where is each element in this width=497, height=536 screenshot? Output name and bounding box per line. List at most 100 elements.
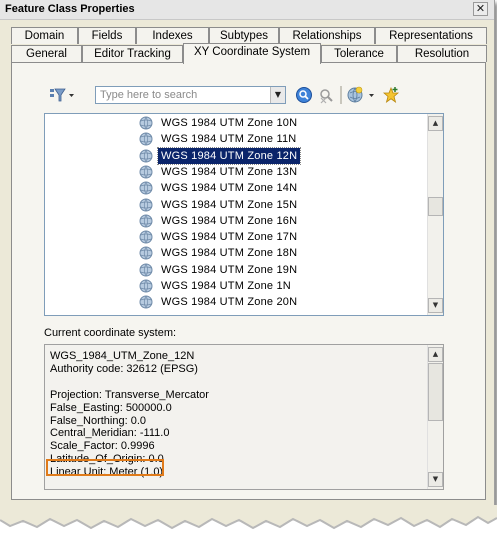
- coordinate-detail-line: Scale_Factor: 0.9996: [50, 440, 155, 453]
- tab-indexes[interactable]: Indexes: [136, 27, 209, 44]
- tab-fields[interactable]: Fields: [78, 27, 136, 44]
- globe-icon: [139, 181, 153, 195]
- coordinate-system-item[interactable]: WGS 1984 UTM Zone 13N: [139, 164, 300, 180]
- window-title: Feature Class Properties: [5, 3, 135, 15]
- coordinate-system-label: WGS 1984 UTM Zone 16N: [161, 214, 298, 227]
- coordinate-detail-line: Authority code: 32612 (EPSG): [50, 362, 198, 375]
- clear-search-icon: [320, 89, 333, 104]
- chevron-down-icon: ▼: [274, 90, 282, 99]
- tab-resolution[interactable]: Resolution: [397, 45, 487, 62]
- tab-representations[interactable]: Representations: [375, 27, 487, 44]
- details-scrollbar[interactable]: ▲ ▼: [427, 345, 443, 489]
- globe-icon: [139, 263, 153, 277]
- coordinate-detail-line: False_Easting: 500000.0: [50, 401, 172, 414]
- coordinate-system-label: WGS 1984 UTM Zone 18N: [161, 247, 298, 260]
- coordinate-system-label: WGS 1984 UTM Zone 14N: [161, 182, 298, 195]
- tab-label: Editor Tracking: [94, 48, 171, 60]
- coordinate-system-label: WGS 1984 UTM Zone 1N: [161, 280, 291, 292]
- tab-label: Representations: [389, 30, 473, 42]
- globe-icon: [139, 295, 153, 309]
- scroll-up-button[interactable]: ▲: [428, 347, 443, 362]
- current-coordinate-system-label: Current coordinate system:: [44, 327, 177, 339]
- scroll-thumb[interactable]: [428, 363, 443, 421]
- globe-icon: [139, 198, 153, 212]
- tab-label: General: [26, 48, 67, 60]
- close-button[interactable]: ✕: [473, 2, 488, 16]
- clear-search-button[interactable]: [317, 86, 335, 104]
- arrow-down-icon: ▼: [432, 301, 439, 309]
- globe-icon: [139, 214, 153, 228]
- tab-label: Resolution: [414, 48, 470, 60]
- search-dropdown-button[interactable]: ▼: [270, 87, 285, 103]
- coordinate-system-item[interactable]: WGS 1984 UTM Zone 19N: [139, 262, 300, 278]
- coordinate-system-item[interactable]: WGS 1984 UTM Zone 20N: [139, 294, 300, 310]
- coordinate-system-item[interactable]: WGS 1984 UTM Zone 16N: [139, 213, 300, 229]
- tab-label: Domain: [24, 30, 65, 42]
- magnifier-icon: [296, 87, 312, 103]
- tab-subtypes[interactable]: Subtypes: [209, 27, 279, 44]
- globe-icon: [139, 230, 153, 244]
- globe-icon: [139, 279, 153, 293]
- current-coordinate-system-details[interactable]: WGS_1984_UTM_Zone_12N Authority code: 326…: [44, 344, 444, 490]
- coordinate-system-item[interactable]: WGS 1984 UTM Zone 18N: [139, 245, 300, 261]
- coordinate-system-item[interactable]: WGS 1984 UTM Zone 12N: [139, 146, 302, 165]
- search-input[interactable]: [96, 87, 268, 103]
- arrow-up-icon: ▲: [432, 119, 439, 127]
- toolbar-separator: [340, 86, 342, 104]
- coordinate-system-label: WGS 1984 UTM Zone 19N: [161, 263, 298, 276]
- list-scrollbar[interactable]: ▲ ▼: [427, 114, 443, 315]
- tab-relationships[interactable]: Relationships: [279, 27, 375, 44]
- search-button[interactable]: [295, 86, 313, 104]
- tab-editor-tracking[interactable]: Editor Tracking: [82, 45, 183, 62]
- close-icon: ✕: [475, 2, 486, 15]
- coordinate-system-label: WGS 1984 UTM Zone 11N: [161, 133, 297, 146]
- arrow-down-icon: ▼: [432, 475, 439, 483]
- coordinate-detail-line: False_Northing: 0.0: [50, 414, 146, 427]
- coordinate-system-item[interactable]: WGS 1984 UTM Zone 17N: [139, 229, 300, 245]
- scroll-up-button[interactable]: ▲: [428, 116, 443, 131]
- globe-add-icon: [347, 86, 374, 103]
- linear-unit-highlight-box: [46, 459, 164, 476]
- scroll-thumb[interactable]: [428, 197, 443, 216]
- coordinate-system-label: WGS 1984 UTM Zone 20N: [161, 296, 298, 309]
- scroll-down-button[interactable]: ▼: [428, 298, 443, 313]
- tab-label: Tolerance: [334, 48, 384, 60]
- tab-label: XY Coordinate System: [193, 46, 311, 58]
- globe-icon: [139, 116, 153, 130]
- coordinate-system-item[interactable]: WGS 1984 UTM Zone 10N: [139, 115, 300, 131]
- coordinate-detail-line: Projection: Transverse_Mercator: [50, 388, 209, 401]
- coordinate-system-item[interactable]: WGS 1984 UTM Zone 14N: [139, 180, 300, 196]
- filter-dropdown-button[interactable]: [48, 86, 76, 104]
- globe-icon: [139, 246, 153, 260]
- tab-label: Fields: [91, 30, 123, 42]
- coordinate-system-label: WGS 1984 UTM Zone 15N: [161, 198, 298, 211]
- torn-paper-edge: [0, 505, 497, 536]
- tab-general[interactable]: General: [11, 45, 82, 62]
- coordinate-system-label: WGS 1984 UTM Zone 12N: [156, 146, 302, 165]
- coordinate-system-item[interactable]: WGS 1984 UTM Zone 11N: [139, 131, 299, 147]
- arrow-up-icon: ▲: [432, 350, 439, 358]
- coordinate-system-list[interactable]: WGS 1984 UTM Zone 10N WGS 1984 UTM Zone 1…: [44, 113, 444, 316]
- feature-class-properties-dialog: Feature Class Properties ✕ Domain Fields…: [0, 0, 495, 520]
- search-combobox[interactable]: ▼: [95, 86, 286, 104]
- coordinate-system-item[interactable]: WGS 1984 UTM Zone 15N: [139, 197, 300, 213]
- tab-tolerance[interactable]: Tolerance: [321, 45, 397, 62]
- title-bar: Feature Class Properties ✕: [0, 0, 494, 20]
- favorites-button[interactable]: [382, 86, 400, 104]
- coordinate-system-item[interactable]: WGS 1984 UTM Zone 1N: [139, 278, 294, 294]
- filter-icon: [50, 88, 74, 102]
- scroll-down-button[interactable]: ▼: [428, 472, 443, 487]
- tab-domain[interactable]: Domain: [11, 27, 78, 44]
- coordinate-detail-line: WGS_1984_UTM_Zone_12N: [50, 350, 195, 362]
- globe-icon: [139, 132, 153, 146]
- tab-label: Relationships: [292, 30, 362, 42]
- coordinate-system-label: WGS 1984 UTM Zone 13N: [161, 165, 298, 178]
- tab-xy-coordinate-system[interactable]: XY Coordinate System: [183, 43, 321, 64]
- globe-icon: [139, 165, 153, 179]
- globe-icon: [139, 149, 153, 163]
- favorite-star-icon: [382, 86, 400, 103]
- coordinate-system-label: WGS 1984 UTM Zone 17N: [161, 231, 298, 244]
- coordinate-detail-line: Central_Meridian: -111.0: [50, 427, 170, 440]
- tab-label: Subtypes: [220, 30, 268, 42]
- add-coordinate-system-button[interactable]: [346, 86, 378, 104]
